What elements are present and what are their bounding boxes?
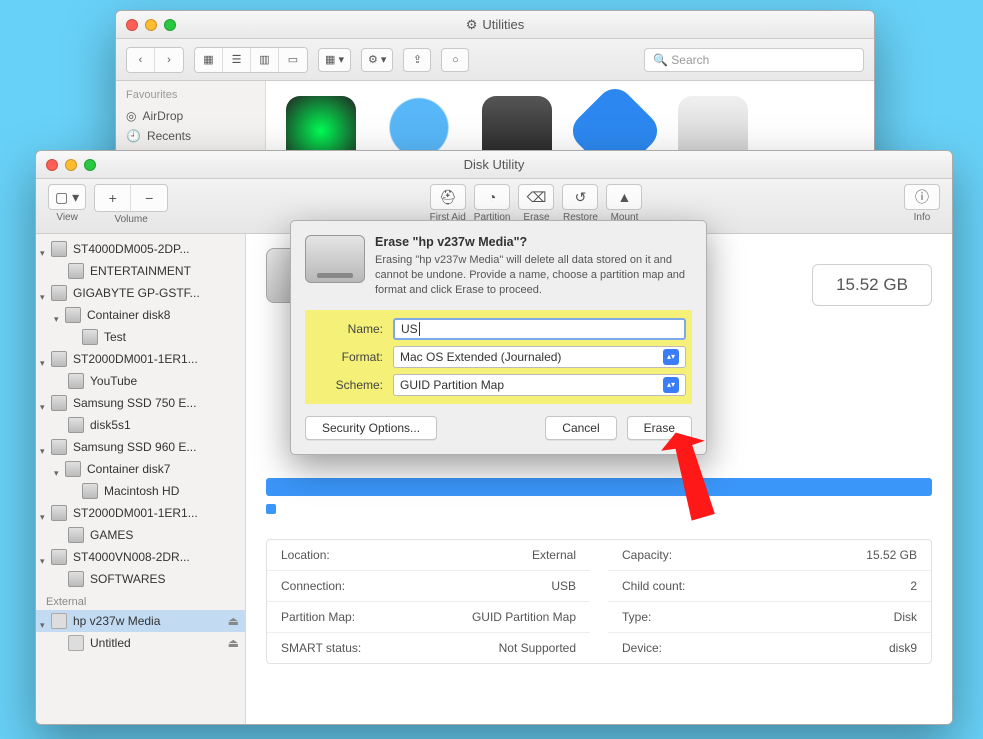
view-gallery-button[interactable]: ▭ (279, 48, 307, 72)
info-button[interactable]: ⓘ (904, 184, 940, 210)
volume-icon (68, 417, 84, 433)
window-title: ⚙ Utilities (116, 17, 874, 33)
name-label: Name: (311, 322, 393, 336)
chevron-updown-icon: ▴▾ (663, 349, 679, 365)
volume-item[interactable]: GAMES (36, 524, 245, 546)
volume-item[interactable]: YouTube (36, 370, 245, 392)
finder-toolbar: ‹ › ▦ ☰ ▥ ▭ ▦ ▾ ⚙ ▾ ⇪ ○ 🔍 Search (116, 39, 874, 81)
external-header: External (36, 590, 245, 610)
volume-icon (82, 329, 98, 345)
volume-remove-button[interactable]: − (131, 185, 167, 211)
du-titlebar: Disk Utility (36, 151, 952, 179)
volume-icon (82, 483, 98, 499)
chevron-updown-icon: ▴▾ (663, 377, 679, 393)
hdd-icon (51, 549, 67, 565)
disk-icon (305, 235, 365, 283)
format-select[interactable]: Mac OS Extended (Journaled)▴▾ (393, 346, 686, 368)
scheme-label: Scheme: (311, 378, 393, 392)
format-label: Format: (311, 350, 393, 364)
partition-button[interactable]: ◔ (474, 184, 510, 210)
volume-icon (68, 263, 84, 279)
view-list-button[interactable]: ☰ (223, 48, 251, 72)
form-highlight: Name: US Format: Mac OS Extended (Journa… (305, 310, 692, 404)
disk-item[interactable]: ST2000DM001-1ER1... (36, 502, 245, 524)
disk-item[interactable]: GIGABYTE GP-GSTF... (36, 282, 245, 304)
scheme-select[interactable]: GUID Partition Map▴▾ (393, 374, 686, 396)
eject-icon[interactable]: ⏏ (228, 614, 239, 628)
forward-button[interactable]: › (155, 48, 183, 72)
hdd-icon (51, 395, 67, 411)
action-button[interactable]: ⚙ ▾ (361, 48, 393, 72)
airdrop-icon: ◎ (126, 109, 136, 123)
zoom-icon[interactable] (84, 159, 96, 171)
erase-dialog: Erase "hp v237w Media"? Erasing "hp v237… (290, 220, 707, 455)
volume-add-button[interactable]: + (95, 185, 131, 211)
close-icon[interactable] (46, 159, 58, 171)
disk-item[interactable]: Samsung SSD 960 E... (36, 436, 245, 458)
share-button[interactable]: ⇪ (403, 48, 431, 72)
disk-item[interactable]: ST2000DM001-1ER1... (36, 348, 245, 370)
usage-legend (266, 504, 932, 514)
hdd-icon (51, 241, 67, 257)
container-item[interactable]: Container disk8 (36, 304, 245, 326)
info-table: Location:External Capacity:15.52 GB Conn… (266, 539, 932, 664)
minimize-icon[interactable] (145, 19, 157, 31)
volume-item[interactable]: Macintosh HD (36, 480, 245, 502)
hdd-icon (51, 351, 67, 367)
volume-item[interactable]: disk5s1 (36, 414, 245, 436)
hdd-icon (51, 439, 67, 455)
hdd-icon (51, 505, 67, 521)
erase-button[interactable]: ⌫ (518, 184, 554, 210)
disk-item[interactable]: ST4000VN008-2DR... (36, 546, 245, 568)
erase-button[interactable]: Erase (627, 416, 692, 440)
hdd-icon (51, 285, 67, 301)
restore-button[interactable]: ↺ (562, 184, 598, 210)
usb-icon (51, 613, 67, 629)
security-options-button[interactable]: Security Options... (305, 416, 437, 440)
eject-icon[interactable]: ⏏ (228, 636, 239, 650)
arrange-button[interactable]: ▦ ▾ (318, 48, 351, 72)
du-sidebar: ST4000DM005-2DP... ENTERTAINMENT GIGABYT… (36, 234, 246, 724)
view-icons-button[interactable]: ▦ (195, 48, 223, 72)
volume-icon (68, 635, 84, 651)
volume-icon (68, 373, 84, 389)
volume-icon (68, 571, 84, 587)
dialog-description: Erasing "hp v237w Media" will delete all… (375, 253, 692, 298)
volume-item[interactable]: Untitled⏏ (36, 632, 245, 654)
sidebar-item-recents[interactable]: 🕘Recents (126, 126, 255, 146)
name-input[interactable]: US (393, 318, 686, 340)
back-button[interactable]: ‹ (127, 48, 155, 72)
container-item[interactable]: Container disk7 (36, 458, 245, 480)
utilities-titlebar: ⚙ Utilities (116, 11, 874, 39)
disk-item-selected[interactable]: hp v237w Media⏏ (36, 610, 245, 632)
container-icon (65, 307, 81, 323)
volume-item[interactable]: SOFTWARES (36, 568, 245, 590)
view-columns-button[interactable]: ▥ (251, 48, 279, 72)
volume-icon (68, 527, 84, 543)
zoom-icon[interactable] (164, 19, 176, 31)
sidebar-header: Favourites (126, 89, 255, 101)
dialog-title: Erase "hp v237w Media"? (375, 235, 692, 249)
tags-button[interactable]: ○ (441, 48, 469, 72)
capacity-button[interactable]: 15.52 GB (812, 264, 932, 306)
volume-item[interactable]: ENTERTAINMENT (36, 260, 245, 282)
minimize-icon[interactable] (65, 159, 77, 171)
search-input[interactable]: 🔍 Search (644, 48, 864, 72)
sidebar-item-airdrop[interactable]: ◎AirDrop (126, 106, 255, 126)
disk-item[interactable]: Samsung SSD 750 E... (36, 392, 245, 414)
firstaid-button[interactable]: ⛑ (430, 184, 466, 210)
window-title: Disk Utility (464, 157, 525, 172)
view-button[interactable]: ▢ ▾ (48, 184, 86, 210)
volume-item[interactable]: Test (36, 326, 245, 348)
cancel-button[interactable]: Cancel (545, 416, 616, 440)
usage-bar (266, 478, 932, 496)
disk-item[interactable]: ST4000DM005-2DP... (36, 238, 245, 260)
clock-icon: 🕘 (126, 129, 141, 143)
mount-button[interactable]: ▲ (606, 184, 642, 210)
close-icon[interactable] (126, 19, 138, 31)
container-icon (65, 461, 81, 477)
folder-icon: ⚙ (466, 17, 478, 33)
search-icon: 🔍 (653, 53, 668, 67)
